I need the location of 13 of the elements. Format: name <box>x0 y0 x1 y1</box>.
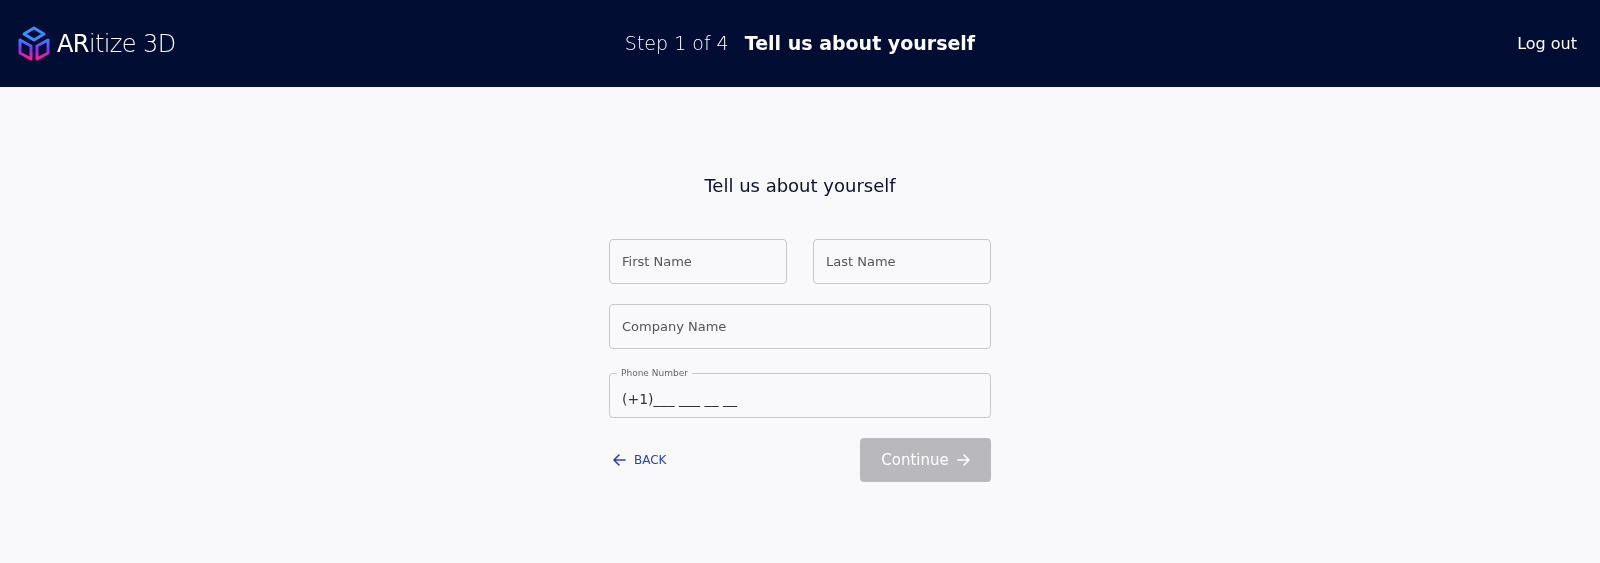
text-field[interactable]: First Name <box>609 239 787 284</box>
text-field[interactable]: Last Name <box>813 239 991 284</box>
cube-logo-icon <box>17 25 51 62</box>
back-button[interactable]: BACK <box>609 451 671 469</box>
step-title: Tell us about yourself <box>744 31 976 57</box>
logo-text: ARitize 3D <box>57 28 176 60</box>
step-indicator: Step 1 of 4 <box>624 31 729 57</box>
phone-input[interactable]: (+1)___ ___ __ __ <box>622 381 978 410</box>
forward-arrow-icon <box>956 454 970 466</box>
form-title: Tell us about yourself <box>704 174 896 198</box>
text-field[interactable]: Company Name <box>609 304 991 349</box>
logout-link[interactable]: Log out <box>1517 31 1577 56</box>
back-arrow-icon <box>613 454 626 466</box>
